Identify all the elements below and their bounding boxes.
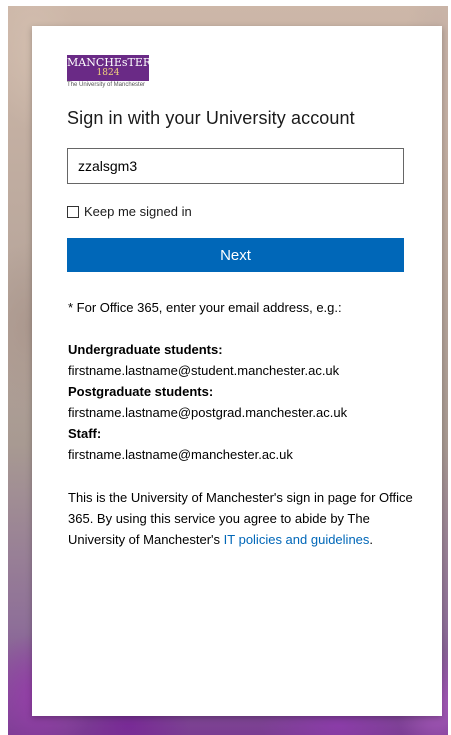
staff-example: firstname.lastname@manchester.ac.uk xyxy=(68,447,293,462)
undergrad-example: firstname.lastname@student.manchester.ac… xyxy=(68,363,340,378)
notice: This is the University of Manchester's s… xyxy=(68,487,413,550)
sign-in-info: * For Office 365, enter your email addre… xyxy=(68,297,413,550)
notice-end: . xyxy=(369,532,374,547)
keep-signed-in[interactable]: Keep me signed in xyxy=(67,204,192,219)
next-button[interactable]: Next xyxy=(67,238,404,272)
username-input[interactable] xyxy=(67,148,404,184)
university-logo: MANCHEsTER 1824 The University of Manche… xyxy=(67,55,151,88)
keep-signed-in-checkbox[interactable] xyxy=(67,205,79,218)
postgrad-label: Postgraduate students: xyxy=(68,384,214,399)
keep-signed-in-label: Keep me signed in xyxy=(84,204,192,219)
postgrad-example: firstname.lastname@postgrad.manchester.a… xyxy=(68,405,348,420)
logo-subtitle: The University of Manchester xyxy=(67,82,146,88)
office-hint: * For Office 365, enter your email addre… xyxy=(68,300,342,315)
undergrad-label: Undergraduate students: xyxy=(68,342,223,357)
logo-year: 1824 xyxy=(96,68,120,78)
logo-badge: MANCHEsTER 1824 xyxy=(67,55,151,81)
page: MANCHEsTER 1824 The University of Manche… xyxy=(0,0,451,735)
staff-label: Staff: xyxy=(68,426,102,441)
page-title: Sign in with your University account xyxy=(67,108,355,128)
sign-in-card: MANCHEsTER 1824 The University of Manche… xyxy=(32,26,442,716)
it-policies-link[interactable]: IT policies and guidelines xyxy=(224,532,370,547)
